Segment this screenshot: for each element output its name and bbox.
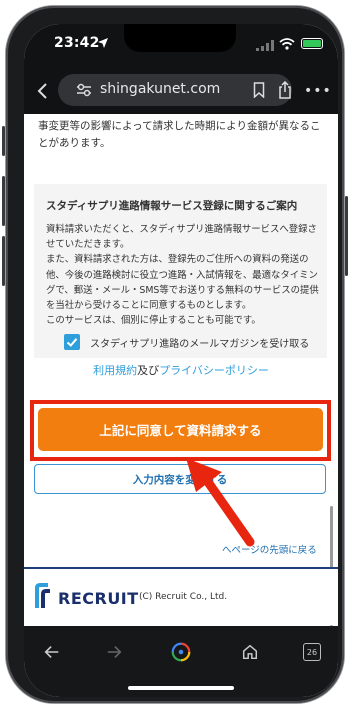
google-lens-icon (171, 642, 191, 662)
browser-toolbar: 26 (24, 626, 338, 697)
more-icon[interactable]: ••• (304, 84, 332, 98)
signal-icon (256, 40, 274, 51)
back-chevron-icon[interactable] (36, 81, 50, 101)
address-bar: shingakunet.com ••• (24, 68, 338, 114)
agree-and-request-button[interactable]: 上記に同意して資料請求する (38, 408, 323, 451)
home-icon (242, 644, 258, 660)
forward-button[interactable] (100, 638, 128, 666)
back-button[interactable] (38, 638, 66, 666)
side-button (345, 196, 348, 276)
location-arrow-icon (98, 38, 108, 48)
back-to-top-link[interactable]: へページの先頭に戻る (222, 542, 317, 556)
tabs-button[interactable]: 26 (298, 638, 326, 666)
home-indicator (128, 686, 234, 690)
mail-magazine-checkbox[interactable] (64, 334, 80, 350)
mail-magazine-checkbox-label[interactable]: スタディサプリ進路のメールマガジンを受け取る (90, 335, 309, 350)
url-field[interactable]: shingakunet.com (58, 74, 292, 106)
site-settings-icon[interactable] (76, 83, 92, 97)
share-icon[interactable] (278, 81, 292, 99)
forward-arrow-icon (107, 646, 122, 658)
bookmark-icon[interactable] (253, 82, 265, 98)
notice-body-text: 資料請求いただくと、スタディサプリ進路情報サービスへ登録させていただきます。 また… (46, 224, 319, 327)
side-button (2, 126, 5, 156)
notice-box: スタディサプリ進路情報サービス登録に関するご案内 資料請求いただくと、スタディサ… (34, 184, 327, 358)
battery-icon (301, 38, 323, 49)
copyright-text: (C) Recruit Co., Ltd. (139, 592, 228, 602)
side-button (2, 236, 5, 286)
battery-level (303, 40, 321, 47)
footer: RECRUIT (C) Recruit Co., Ltd. (24, 569, 338, 625)
terms-of-use-link[interactable]: 利用規約 (93, 364, 137, 377)
tabs-icon: 26 (303, 643, 321, 661)
back-arrow-icon (44, 646, 59, 658)
checkmark-icon (66, 338, 78, 347)
url-text: shingakunet.com (100, 81, 221, 97)
phone-frame: 23:42 shingakunet.com ••• 事変更等の影響によって請求し… (2, 6, 348, 703)
recruit-logo-text: RECRUIT (58, 589, 139, 608)
price-note-text: 事変更等の影響によって請求した時期により金額が異なることがあります。 (38, 120, 321, 149)
privacy-policy-link[interactable]: プライバシーポリシー (159, 364, 269, 377)
wifi-icon (279, 38, 295, 50)
home-button[interactable] (236, 638, 264, 666)
google-lens-button[interactable] (167, 638, 195, 666)
status-bar: 23:42 (24, 24, 338, 68)
terms-connector: 及び (137, 364, 160, 377)
web-content: 事変更等の影響によって請求した時期により金額が異なることがあります。 スタディサ… (24, 114, 338, 626)
notice-title: スタディサプリ進路情報サービス登録に関するご案内 (46, 200, 298, 212)
side-button (2, 176, 5, 226)
status-time: 23:42 (54, 35, 100, 51)
terms-row: 利用規約及びプライバシーポリシー (24, 362, 338, 378)
recruit-logo-mark (35, 583, 50, 608)
notch (124, 24, 236, 52)
notice-body: 資料請求いただくと、スタディサプリ進路情報サービスへ登録させていただきます。 また… (46, 222, 321, 328)
phone-screen: 23:42 shingakunet.com ••• 事変更等の影響によって請求し… (24, 24, 338, 697)
